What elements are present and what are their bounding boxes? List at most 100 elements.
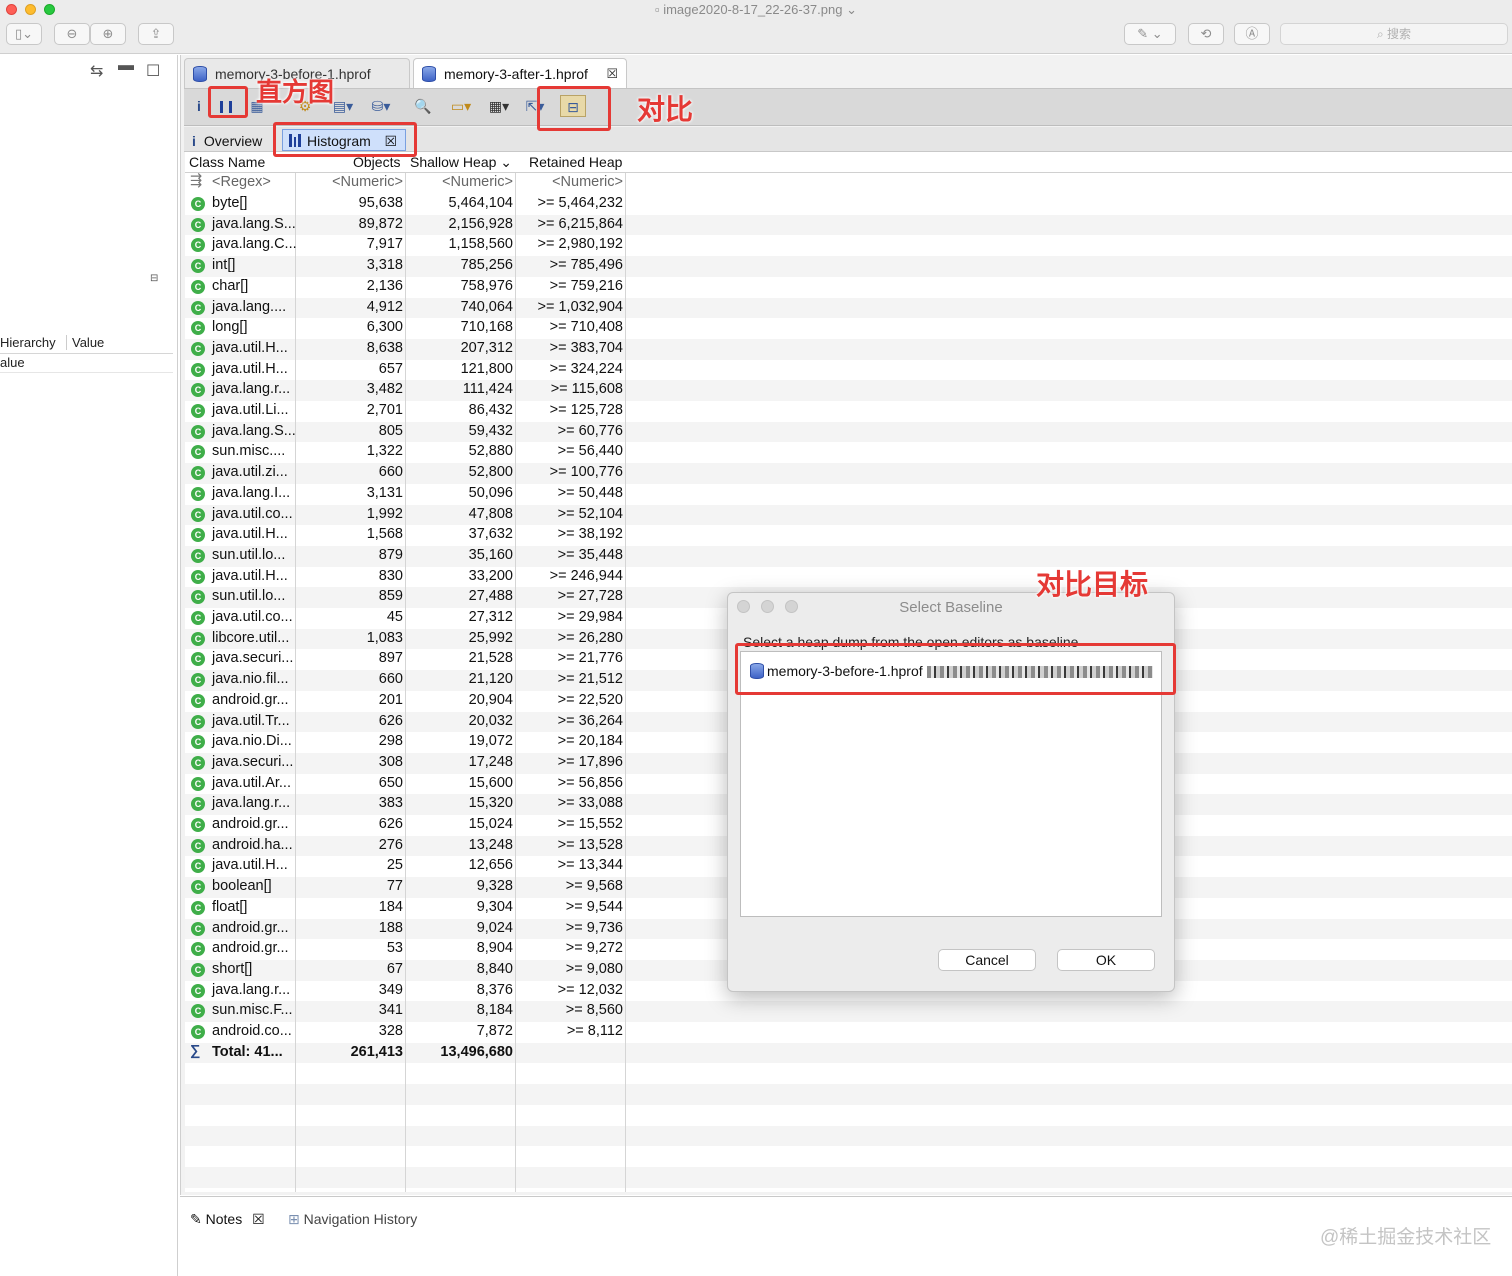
filter-row[interactable]: ⇶ <Regex> <Numeric> <Numeric> <Numeric>	[185, 173, 625, 194]
share-button[interactable]: ⇪	[138, 23, 174, 45]
cell-shallow-heap: 8,840	[476, 960, 513, 977]
table-row[interactable]: Candroid.gr... 188 9,024 >= 9,736	[185, 919, 625, 940]
close-icon[interactable]: ☒	[252, 1211, 265, 1227]
search-icon[interactable]: 🔍	[412, 95, 434, 117]
column-hierarchy[interactable]: Hierarchy	[0, 335, 56, 350]
table-row[interactable]: Cjava.lang.S... 805 59,432 >= 60,776	[185, 422, 625, 443]
table-row[interactable]: Candroid.co... 328 7,872 >= 8,112	[185, 1022, 625, 1043]
table-row[interactable]: Cjava.nio.fil... 660 21,120 >= 21,512	[185, 670, 625, 691]
zoom-in-button[interactable]: ⊕	[90, 23, 126, 45]
table-row[interactable]: Cbyte[] 95,638 5,464,104 >= 5,464,232	[185, 194, 625, 215]
cancel-button[interactable]: Cancel	[938, 949, 1036, 971]
tab-notes[interactable]: ✎ Notes ☒	[190, 1211, 265, 1228]
table-row[interactable]: Cint[] 3,318 785,256 >= 785,496	[185, 256, 625, 277]
ok-button[interactable]: OK	[1057, 949, 1155, 971]
cell-shallow-heap: 37,632	[468, 526, 513, 543]
cell-retained-heap: >= 22,520	[557, 691, 623, 708]
annotate-button[interactable]: Ⓐ	[1234, 23, 1270, 45]
maximize-view-icon[interactable]: ☐	[146, 61, 160, 81]
class-icon: C	[191, 755, 205, 770]
column-value[interactable]: Value	[66, 335, 104, 350]
cell-class-name: java.securi...	[212, 650, 294, 667]
zoom-out-button[interactable]: ⊖	[54, 23, 90, 45]
tab-overview[interactable]: i Overview	[192, 130, 262, 152]
table-row[interactable]: Cjava.lang.C... 7,917 1,158,560 >= 2,980,19…	[185, 235, 625, 256]
table-row[interactable]: Candroid.gr... 201 20,904 >= 22,520	[185, 691, 625, 712]
table-row[interactable]: Clibcore.util... 1,083 25,992 >= 26,280	[185, 629, 625, 650]
query-browser-icon[interactable]: ⛁▾	[364, 95, 398, 117]
search-input[interactable]: ⌕ 搜索	[1280, 23, 1508, 45]
table-row[interactable]: Cjava.util.H... 1,568 37,632 >= 38,192	[185, 525, 625, 546]
column-retained-heap[interactable]: Retained Heap	[529, 154, 622, 170]
cell-class-name: sun.misc.F...	[212, 1002, 293, 1019]
table-row[interactable]: Csun.util.lo... 879 35,160 >= 35,448	[185, 546, 625, 567]
cell-retained-heap: >= 35,448	[557, 546, 623, 563]
column-shallow-heap[interactable]: Shallow Heap ⌄	[410, 154, 512, 171]
table-row[interactable]: Candroid.ha... 276 13,248 >= 13,528	[185, 836, 625, 857]
table-row[interactable]: Cjava.lang.... 4,912 740,064 >= 1,032,904	[185, 298, 625, 319]
group-by-icon[interactable]: ▭▾	[444, 95, 478, 117]
sidebar-toggle-button[interactable]: ▯⌄	[6, 23, 42, 45]
minimize-view-icon[interactable]: ▬	[118, 57, 134, 75]
cell-retained-heap: >= 21,512	[557, 671, 623, 688]
zoom-out-icon: ⊖	[66, 26, 78, 41]
cell-objects: 67	[386, 960, 403, 977]
cell-retained-heap: >= 52,104	[557, 505, 623, 522]
chevron-down-icon[interactable]: ⌄	[846, 2, 857, 17]
class-icon: C	[191, 735, 205, 750]
bottom-views: ✎ Notes ☒ ⊞ Navigation History	[180, 1196, 1512, 1276]
table-row[interactable]: Cjava.nio.Di... 298 19,072 >= 20,184	[185, 732, 625, 753]
column-class-name[interactable]: Class Name	[189, 154, 265, 170]
table-row[interactable]: Cshort[] 67 8,840 >= 9,080	[185, 960, 625, 981]
table-row[interactable]: Cjava.util.Li... 2,701 86,432 >= 125,728	[185, 401, 625, 422]
tab-memory-after[interactable]: memory-3-after-1.hprof ☒	[413, 58, 627, 88]
table-row[interactable]: Candroid.gr... 626 15,024 >= 15,552	[185, 815, 625, 836]
cell-retained-heap: >= 9,272	[565, 940, 623, 957]
class-icon: C	[191, 259, 205, 274]
sync-icon[interactable]: ⇆	[90, 61, 103, 81]
table-row[interactable]: Csun.misc.F... 341 8,184 >= 8,560	[185, 1001, 625, 1022]
cell-class-name: java.lang.S...	[212, 215, 296, 232]
table-row[interactable]: Cjava.util.H... 25 12,656 >= 13,344	[185, 856, 625, 877]
cell-objects: 25	[386, 857, 403, 874]
table-row[interactable]: Cjava.util.Tr... 626 20,032 >= 36,264	[185, 712, 625, 733]
table-row[interactable]: Cjava.lang.r... 349 8,376 >= 12,032	[185, 981, 625, 1002]
table-row[interactable]: Cjava.lang.I... 3,131 50,096 >= 50,448	[185, 484, 625, 505]
table-row[interactable]: Cboolean[] 77 9,328 >= 9,568	[185, 877, 625, 898]
cell-retained-heap: >= 21,776	[557, 650, 623, 667]
cell-retained-heap: >= 9,736	[565, 919, 623, 936]
table-row[interactable]: Cjava.lang.S... 89,872 2,156,928 >= 6,215,8…	[185, 215, 625, 236]
table-row[interactable]: Cjava.util.co... 45 27,312 >= 29,984	[185, 608, 625, 629]
table-row[interactable]: Cjava.util.H... 830 33,200 >= 246,944	[185, 567, 625, 588]
cell-retained-heap: >= 383,704	[549, 339, 623, 356]
info-icon[interactable]: i	[192, 95, 206, 117]
table-row[interactable]: Cjava.lang.r... 3,482 111,424 >= 115,608	[185, 380, 625, 401]
table-row[interactable]: Cjava.securi... 308 17,248 >= 17,896	[185, 753, 625, 774]
table-row[interactable]: Csun.util.lo... 859 27,488 >= 27,728	[185, 587, 625, 608]
tab-navigation-history[interactable]: ⊞ Navigation History	[288, 1211, 417, 1228]
cell-class-name: java.lang.I...	[212, 484, 291, 501]
table-row[interactable]: Cjava.util.H... 657 121,800 >= 324,224	[185, 360, 625, 381]
calculator-icon[interactable]: ▦▾	[482, 95, 516, 117]
class-icon: C	[191, 1004, 205, 1019]
table-row[interactable]: Cchar[] 2,136 758,976 >= 759,216	[185, 277, 625, 298]
table-row[interactable]: Cjava.util.zi... 660 52,800 >= 100,776	[185, 463, 625, 484]
table-row[interactable]: Csun.misc.... 1,322 52,880 >= 56,440	[185, 442, 625, 463]
table-row[interactable]: Candroid.gr... 53 8,904 >= 9,272	[185, 939, 625, 960]
heap-dump-icon	[422, 66, 436, 82]
table-row[interactable]: Cjava.util.co... 1,992 47,808 >= 52,104	[185, 505, 625, 526]
table-row[interactable]: Cjava.util.H... 8,638 207,312 >= 383,704	[185, 339, 625, 360]
table-row[interactable]: Cjava.securi... 897 21,528 >= 21,776	[185, 649, 625, 670]
cell-objects: 53	[386, 940, 403, 957]
table-row[interactable]: Cjava.util.Ar... 650 15,600 >= 56,856	[185, 774, 625, 795]
table-row[interactable]: Clong[] 6,300 710,168 >= 710,408	[185, 318, 625, 339]
cell-class-name: java.util.Li...	[212, 402, 289, 418]
class-icon: C	[191, 507, 205, 522]
table-row[interactable]: Cjava.lang.r... 383 15,320 >= 33,088	[185, 794, 625, 815]
markup-button[interactable]: ✎ ⌄	[1124, 23, 1176, 45]
rotate-button[interactable]: ⟲	[1188, 23, 1224, 45]
annotation-box-compare	[537, 86, 611, 131]
close-icon[interactable]: ☒	[606, 59, 618, 89]
view-controls-icon[interactable]: ⊟	[150, 273, 158, 284]
table-row[interactable]: Cfloat[] 184 9,304 >= 9,544	[185, 898, 625, 919]
